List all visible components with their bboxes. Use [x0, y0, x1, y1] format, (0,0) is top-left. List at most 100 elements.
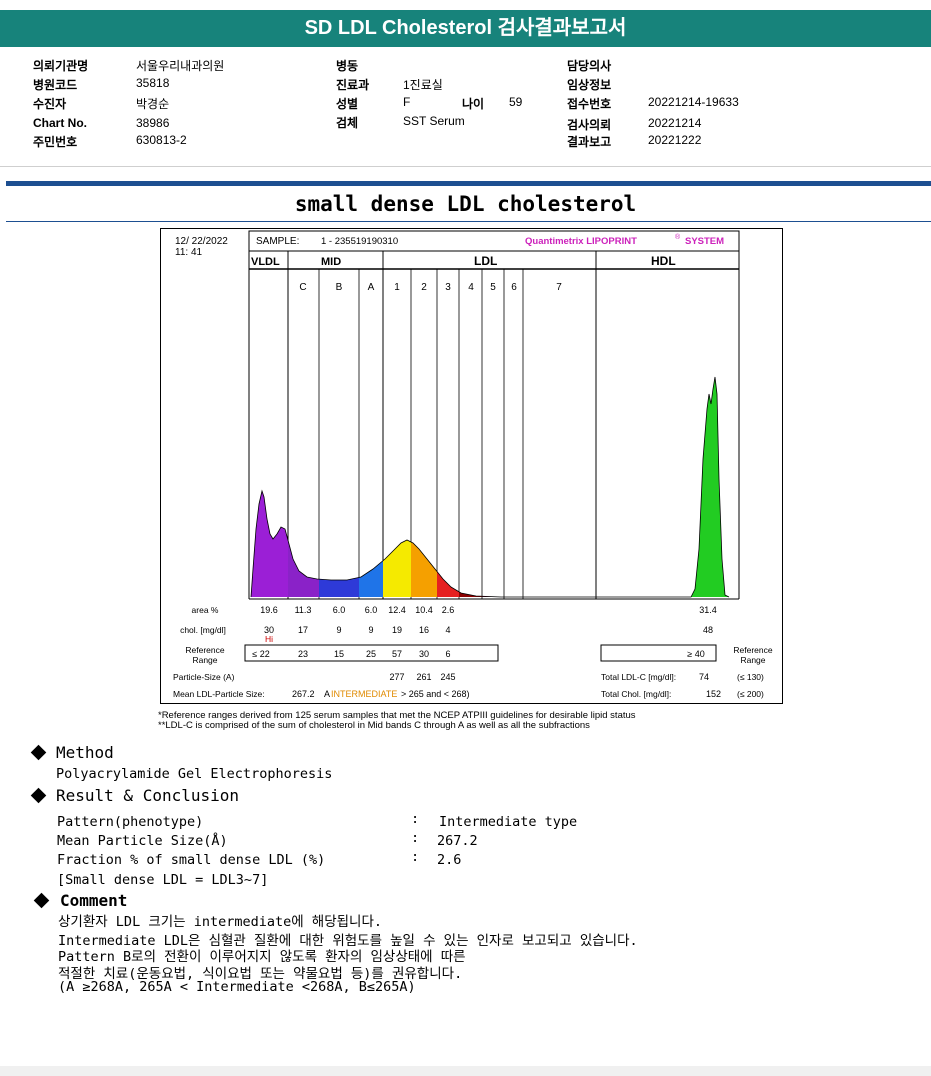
bullet-diamond-icon [33, 892, 50, 909]
lp-band-7: 7 [556, 282, 562, 293]
lp-footnotes: *Reference ranges derived from 125 serum… [158, 711, 636, 731]
lp-area-value: 6.0 [333, 605, 346, 615]
value-patient: 박경순 [136, 97, 170, 111]
result-value-size: 267.2 [437, 833, 478, 849]
lp-chol-value: 4 [445, 625, 450, 635]
label-hospital-code: 병원코드 [33, 78, 78, 92]
section-rule-thin [6, 221, 931, 222]
page-footer-bar [0, 1066, 931, 1076]
lp-total-chol-value: 152 [706, 689, 721, 699]
label-ward: 병동 [336, 59, 359, 73]
lp-brand-mark: ® [675, 233, 681, 241]
value-specimen: SST Serum [403, 114, 465, 128]
lp-mean-class: INTERMEDIATE [331, 689, 397, 699]
lp-area-value: 2.6 [442, 605, 455, 615]
label-age: 나이 [462, 97, 485, 111]
lp-total-chol-label: Total Chol. [mg/dl]: [601, 689, 671, 699]
value-chart-no: 38986 [136, 116, 170, 130]
lp-band-3: 3 [445, 282, 451, 293]
method-text: Polyacrylamide Gel Electrophoresis [56, 766, 333, 782]
lp-particle-size: 245 [440, 672, 455, 682]
lp-row-chol-label: chol. [mg/dl] [180, 625, 226, 635]
label-patient: 수진자 [33, 97, 67, 111]
lp-band-4: 4 [468, 282, 474, 293]
lp-sample-label: SAMPLE: [256, 236, 299, 247]
lp-curve-outline [250, 376, 730, 598]
lp-band-5: 5 [490, 282, 496, 293]
value-department: 1진료실 [403, 78, 443, 92]
lp-area-value: 6.0 [365, 605, 378, 615]
lp-total-chol-ref: (≤ 200) [737, 689, 764, 699]
lp-row-particle-label: Particle-Size (A) [173, 672, 235, 682]
value-hospital-code: 35818 [136, 76, 170, 90]
label-doctor: 담당의사 [567, 59, 612, 73]
lp-ref-value: 57 [392, 649, 402, 659]
result-note: [Small dense LDL = LDL3~7] [57, 872, 269, 888]
lp-band-6: 6 [511, 282, 517, 293]
bullet-diamond-icon [30, 787, 47, 804]
lp-row-ref-label-1: Reference [185, 645, 224, 655]
value-age: 59 [509, 95, 523, 109]
lp-hdl-chol: 48 [703, 625, 713, 635]
lp-total-ldl-ref: (≤ 130) [737, 672, 764, 682]
result-value-fraction: 2.6 [437, 852, 462, 868]
comment-title: Comment [60, 891, 128, 910]
lp-chol-value: 9 [368, 625, 373, 635]
report-title: SD LDL Cholesterol 검사결과보고서 [304, 17, 627, 39]
value-request-date: 20221214 [648, 116, 702, 130]
lipoprint-svg: 12/ 22/2022 11: 41 SAMPLE: 1 - 235519190… [173, 230, 773, 699]
lp-brand-suffix: SYSTEM [685, 236, 724, 247]
result-sep: : [411, 849, 420, 865]
lp-band-separators [318, 269, 524, 599]
lp-chol-values: 30 17 9 9 19 16 4 48 Hi [264, 625, 713, 644]
lp-row-mean-label: Mean LDL-Particle Size: [173, 689, 265, 699]
lp-hdl-area: 31.4 [699, 605, 717, 615]
lp-band-1: 1 [394, 282, 400, 293]
lp-area-value: 19.6 [260, 605, 278, 615]
lp-row-ref-label-2: Range [192, 655, 217, 665]
lp-band-c: C [299, 282, 306, 293]
lp-hi-flag: Hi [265, 634, 273, 644]
lp-chol-value: 9 [336, 625, 341, 635]
lp-group-ldl: LDL [474, 254, 497, 268]
lp-area-values: 19.6 11.3 6.0 6.0 12.4 10.4 2.6 31.4 [260, 605, 717, 615]
lp-ref-value: 15 [334, 649, 344, 659]
lp-band-b: B [336, 282, 343, 293]
lp-mean-unit: A [324, 689, 330, 699]
lp-group-mid: MID [321, 256, 341, 268]
result-label-size: Mean Particle Size(Å) [57, 833, 228, 849]
label-chart-no: Chart No. [33, 116, 87, 130]
lp-total-ldl-label: Total LDL-C [mg/dl]: [601, 672, 676, 682]
value-institution: 서울우리내과의원 [136, 59, 225, 73]
label-receipt-no: 접수번호 [567, 97, 612, 111]
lp-hdl-ref: ≥ 40 [687, 649, 704, 659]
lp-footnote-2: **LDL-C is comprised of the sum of chole… [158, 720, 590, 731]
label-resident-no: 주민번호 [33, 135, 78, 149]
lp-ref-label-right-1: Reference [733, 645, 772, 655]
value-receipt-no: 20221214-19633 [648, 95, 739, 109]
lp-chol-value: 16 [419, 625, 429, 635]
lp-chol-value: 17 [298, 625, 308, 635]
lp-particle-size: 277 [389, 672, 404, 682]
lipoprint-report: 12/ 22/2022 11: 41 SAMPLE: 1 - 235519190… [160, 228, 783, 704]
lp-ref-value: 6 [445, 649, 450, 659]
lp-ref-value: ≤ 22 [252, 649, 269, 659]
label-clinical-info: 임상정보 [567, 78, 612, 92]
report-title-bar: SD LDL Cholesterol 검사결과보고서 [0, 10, 931, 47]
lp-particle-size: 261 [416, 672, 431, 682]
result-sep: : [411, 830, 420, 846]
result-sep: : [411, 811, 420, 827]
lp-ref-value: 23 [298, 649, 308, 659]
lp-curve-fill [251, 377, 729, 597]
result-value-pattern: Intermediate type [439, 814, 578, 830]
lp-brand: Quantimetrix LIPOPRINT [525, 236, 637, 247]
bullet-diamond-icon [30, 744, 47, 761]
label-request-date: 검사의뢰 [567, 118, 612, 132]
lp-row-area-label: area % [192, 605, 219, 615]
result-title: Result & Conclusion [56, 786, 240, 805]
label-report-date: 결과보고 [567, 135, 612, 149]
result-label-pattern: Pattern(phenotype) [57, 814, 204, 830]
comment-line: (A ≥268A, 265A < Intermediate <268A, B≤2… [58, 979, 416, 995]
label-institution: 의뢰기관명 [33, 59, 89, 73]
value-sex: F [403, 95, 411, 109]
